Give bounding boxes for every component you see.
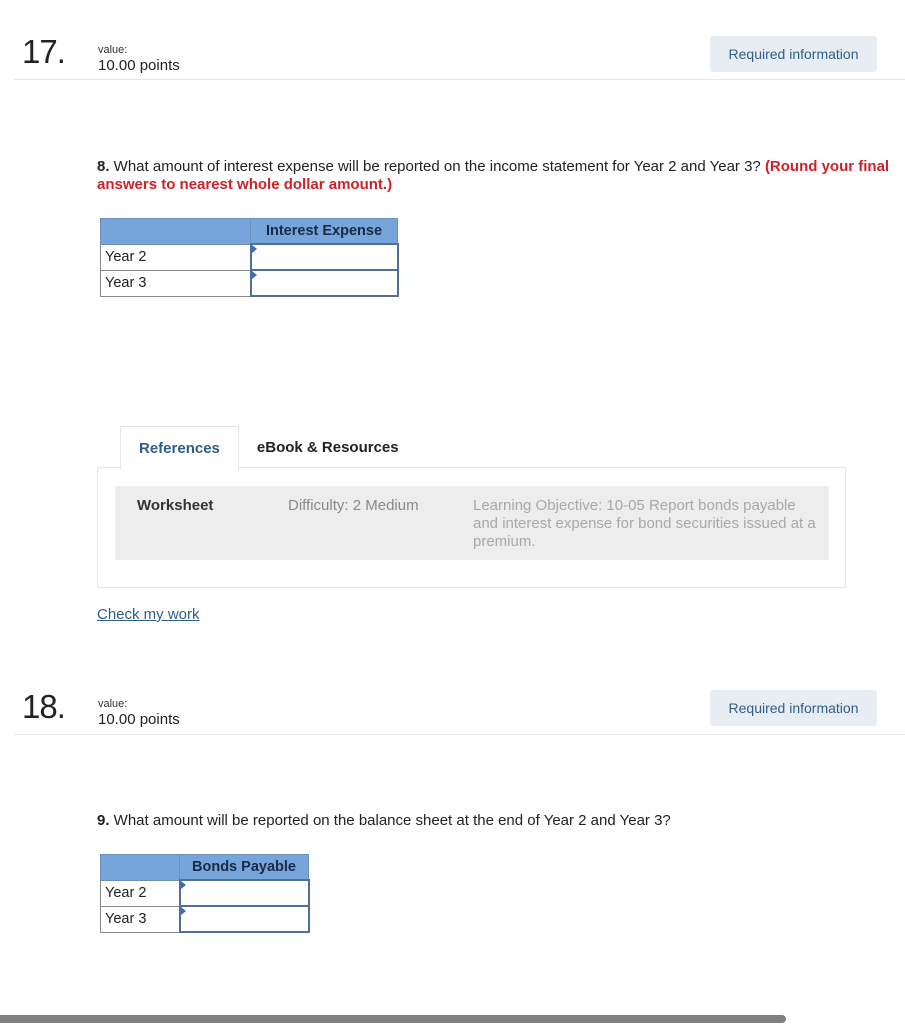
question-number: 18. xyxy=(22,688,66,725)
points-value: 10.00 points xyxy=(98,57,180,74)
prompt-number: 9. xyxy=(97,812,110,829)
table-row: Year 2 xyxy=(100,879,310,907)
bonds-payable-year-2-input[interactable] xyxy=(180,882,308,904)
row-label: Year 2 xyxy=(100,243,251,271)
question-prompt: 8. What amount of interest expense will … xyxy=(97,158,897,194)
worksheet-link[interactable]: Worksheet xyxy=(137,497,213,514)
prompt-text: What amount will be reported on the bala… xyxy=(109,812,671,829)
bonds-payable-table: Bonds Payable Year 2 Year 3 xyxy=(100,854,310,933)
table-corner-header xyxy=(100,854,180,881)
input-marker-icon xyxy=(251,271,257,279)
references-content: Worksheet Difficulty: 2 Medium Learning … xyxy=(115,486,829,560)
required-information-button[interactable]: Required information xyxy=(710,36,877,72)
bonds-payable-year-2-cell xyxy=(178,879,310,907)
input-marker-icon xyxy=(180,907,186,915)
interest-expense-year-3-cell xyxy=(249,269,399,297)
interest-expense-year-2-input[interactable] xyxy=(251,246,397,268)
learning-objective: Learning Objective: 10-05 Report bonds p… xyxy=(473,497,816,550)
table-row: Year 3 xyxy=(100,269,399,297)
interest-expense-year-3-input[interactable] xyxy=(251,272,397,294)
value-label: value: xyxy=(98,698,128,710)
references-tabs: References eBook & Resources xyxy=(120,426,417,470)
question-prompt: 9. What amount will be reported on the b… xyxy=(97,812,897,830)
input-marker-icon xyxy=(180,881,186,889)
tab-ebook-resources[interactable]: eBook & Resources xyxy=(239,426,417,468)
bonds-payable-year-3-input[interactable] xyxy=(180,908,308,930)
bonds-payable-year-3-cell xyxy=(178,905,310,933)
points-value: 10.00 points xyxy=(98,711,180,728)
row-label: Year 3 xyxy=(100,269,251,297)
table-row: Year 2 xyxy=(100,243,399,271)
horizontal-scrollbar[interactable] xyxy=(0,1015,786,1023)
divider xyxy=(14,734,905,735)
row-label: Year 3 xyxy=(100,905,180,933)
table-corner-header xyxy=(100,218,251,245)
column-header: Bonds Payable xyxy=(179,854,309,881)
interest-expense-table: Interest Expense Year 2 Year 3 xyxy=(100,218,399,297)
question-number: 17. xyxy=(22,33,66,70)
prompt-number: 8. xyxy=(97,158,110,175)
difficulty-label: Difficulty: 2 Medium xyxy=(288,497,419,514)
required-information-button[interactable]: Required information xyxy=(710,690,877,726)
value-label: value: xyxy=(98,44,128,56)
table-row: Year 3 xyxy=(100,905,310,933)
input-marker-icon xyxy=(251,245,257,253)
tab-references[interactable]: References xyxy=(120,426,239,470)
divider xyxy=(14,79,905,80)
interest-expense-year-2-cell xyxy=(249,243,399,271)
check-my-work-link[interactable]: Check my work xyxy=(97,606,200,623)
prompt-text: What amount of interest expense will be … xyxy=(109,158,765,175)
column-header: Interest Expense xyxy=(250,218,398,245)
references-panel: Worksheet Difficulty: 2 Medium Learning … xyxy=(97,467,846,588)
row-label: Year 2 xyxy=(100,879,180,907)
